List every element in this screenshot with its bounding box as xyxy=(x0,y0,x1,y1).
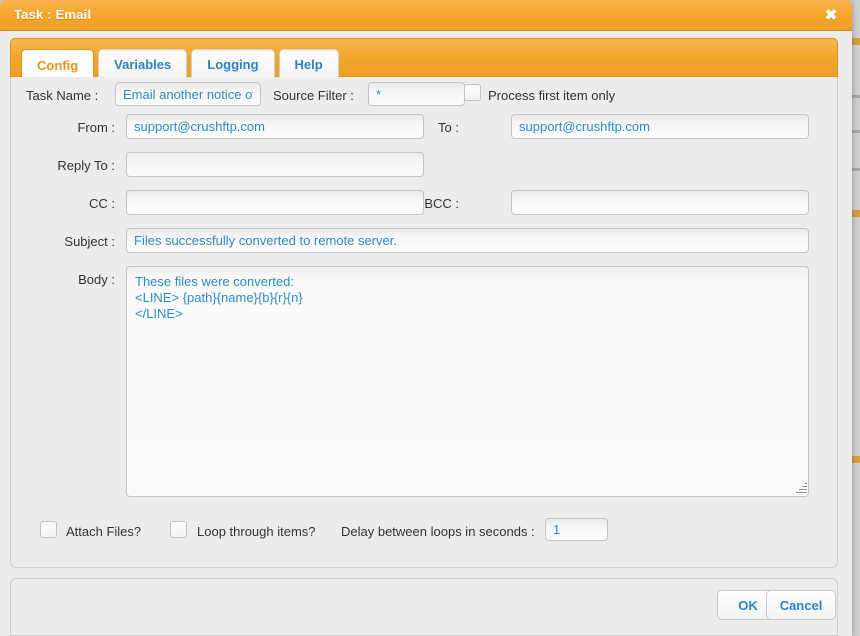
task-name-label: Task Name : xyxy=(26,88,99,103)
bcc-input[interactable] xyxy=(511,190,809,215)
loop-through-items-checkbox[interactable] xyxy=(170,521,187,538)
attach-files-label: Attach Files? xyxy=(66,524,142,539)
to-input[interactable] xyxy=(511,114,809,139)
config-panel: Task Name : Source Filter : Process firs… xyxy=(10,77,838,568)
tab-help[interactable]: Help xyxy=(278,49,339,78)
loop-through-items-label: Loop through items? xyxy=(197,524,316,539)
tab-config[interactable]: Config xyxy=(21,49,95,80)
task-email-dialog: Task : Email ✖ Config Variables Logging … xyxy=(0,0,852,636)
body-label: Body : xyxy=(78,272,115,287)
close-icon[interactable]: ✖ xyxy=(820,4,842,26)
body-resize-handle[interactable] xyxy=(794,481,807,494)
dialog-title: Task : Email xyxy=(14,7,92,22)
delay-input[interactable] xyxy=(545,518,608,541)
source-filter-label: Source Filter : xyxy=(273,88,354,103)
from-input[interactable] xyxy=(126,114,424,139)
source-filter-input[interactable] xyxy=(368,82,465,106)
tab-bar: Config Variables Logging Help xyxy=(10,38,838,80)
dialog-footer: OK Cancel xyxy=(10,578,838,636)
reply-to-label: Reply To : xyxy=(57,158,115,173)
process-first-item-checkbox[interactable] xyxy=(464,84,481,101)
from-label: From : xyxy=(77,120,115,135)
tab-variables[interactable]: Variables xyxy=(98,49,188,78)
body-textarea[interactable]: These files were converted: <LINE> {path… xyxy=(126,266,809,497)
bcc-label: BCC : xyxy=(424,196,459,211)
cc-label: CC : xyxy=(89,196,115,211)
task-name-input[interactable] xyxy=(115,82,261,106)
cc-input[interactable] xyxy=(126,190,424,215)
cancel-button[interactable]: Cancel xyxy=(766,590,836,620)
tab-logging[interactable]: Logging xyxy=(191,49,275,78)
screen: Task : Email ✖ Config Variables Logging … xyxy=(0,0,860,636)
process-first-item-label: Process first item only xyxy=(488,88,616,103)
subject-label: Subject : xyxy=(64,234,115,249)
tab-list: Config Variables Logging Help xyxy=(21,49,339,80)
reply-to-input[interactable] xyxy=(126,152,424,177)
delay-label: Delay between loops in seconds : xyxy=(341,524,535,539)
dialog-titlebar: Task : Email ✖ xyxy=(0,0,852,31)
attach-files-checkbox[interactable] xyxy=(40,521,57,538)
subject-input[interactable] xyxy=(126,228,809,253)
to-label: To : xyxy=(438,120,459,135)
